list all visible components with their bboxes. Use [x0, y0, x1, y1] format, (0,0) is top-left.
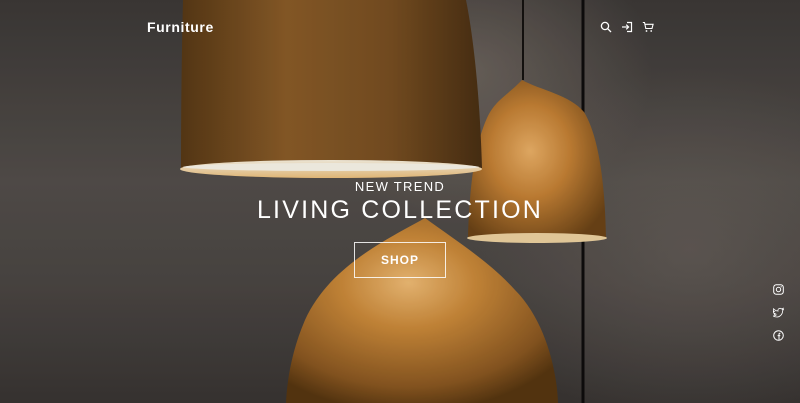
instagram-icon[interactable] — [773, 284, 784, 295]
login-icon[interactable] — [621, 21, 633, 33]
facebook-icon[interactable] — [773, 330, 784, 341]
cart-icon[interactable] — [642, 21, 654, 33]
hero-eyebrow: NEW TREND — [354, 179, 446, 194]
header-actions — [600, 21, 654, 33]
hero-headline: LIVING COLLECTION — [256, 196, 544, 224]
twitter-icon[interactable] — [773, 307, 784, 318]
hero-section: Furniture NEW TREND LIVING COLLECTION SH… — [0, 0, 800, 403]
search-icon[interactable] — [600, 21, 612, 33]
brand-logo[interactable]: Furniture — [147, 19, 214, 35]
shop-button[interactable]: SHOP — [354, 242, 446, 278]
social-links — [773, 284, 784, 341]
